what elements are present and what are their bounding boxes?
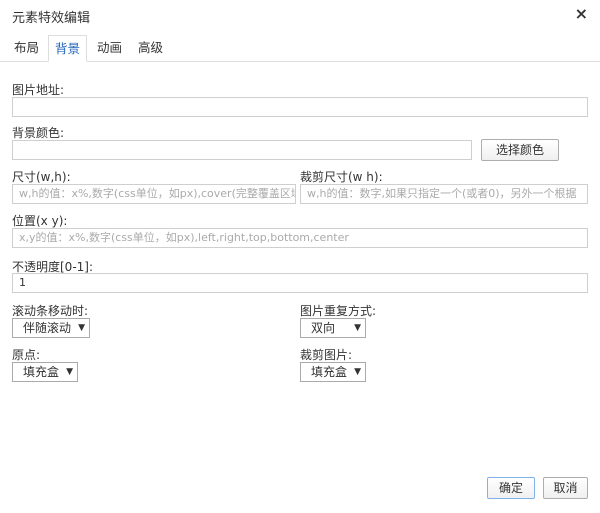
clip-size-input[interactable]: w,h的值：数字,如果只指定一个(或者0)，另外一个根据 (300, 184, 588, 204)
scroll-move-value: 伴随滚动 (23, 321, 72, 335)
repeat-value: 双向 (311, 321, 336, 335)
dropdown-arrow-icon: ▼ (354, 367, 361, 377)
clip-image-select[interactable]: 填充盒 ▼ (300, 362, 366, 382)
position-input[interactable]: x,y的值：x%,数字(css单位，如px),left,right,top,bo… (12, 228, 588, 248)
dropdown-arrow-icon: ▼ (354, 323, 361, 333)
dropdown-arrow-icon: ▼ (78, 323, 85, 333)
repeat-select[interactable]: 双向 ▼ (300, 318, 366, 338)
image-url-input[interactable] (12, 97, 588, 117)
position-label: 位置(x y): (12, 214, 68, 228)
cancel-button[interactable]: 取消 (543, 477, 588, 499)
confirm-button[interactable]: 确定 (487, 477, 535, 499)
tab-layout[interactable]: 布局 (8, 35, 45, 60)
image-url-label: 图片地址: (12, 83, 65, 97)
close-icon[interactable]: × (575, 4, 588, 23)
size-label: 尺寸(w,h): (12, 170, 71, 184)
tab-advanced[interactable]: 高级 (132, 35, 169, 60)
scroll-move-label: 滚动条移动时: (12, 304, 89, 318)
tab-bar: 布局 背景 动画 高级 (0, 35, 600, 62)
bg-color-label: 背景颜色: (12, 126, 65, 140)
dropdown-arrow-icon: ▼ (66, 367, 73, 377)
dialog-title: 元素特效编辑 (12, 11, 91, 26)
origin-value: 填充盒 (23, 365, 60, 379)
clip-image-label: 裁剪图片: (300, 348, 353, 362)
effect-edit-dialog: 元素特效编辑 × 布局 背景 动画 高级 图片地址: 背景颜色: 选择颜色 尺寸… (0, 0, 600, 513)
repeat-label: 图片重复方式: (300, 304, 377, 318)
origin-label: 原点: (12, 348, 41, 362)
opacity-input[interactable]: 1 (12, 273, 588, 293)
clip-size-label: 裁剪尺寸(w h): (300, 170, 383, 184)
scroll-move-select[interactable]: 伴随滚动 ▼ (12, 318, 90, 338)
clip-image-value: 填充盒 (311, 365, 348, 379)
choose-color-button[interactable]: 选择颜色 (481, 139, 559, 161)
tab-animation[interactable]: 动画 (91, 35, 128, 60)
tab-background[interactable]: 背景 (48, 35, 88, 62)
bg-color-input[interactable] (12, 140, 472, 160)
origin-select[interactable]: 填充盒 ▼ (12, 362, 78, 382)
size-input[interactable]: w,h的值：x%,数字(css单位，如px),cover(完整覆盖区域 (12, 184, 296, 204)
